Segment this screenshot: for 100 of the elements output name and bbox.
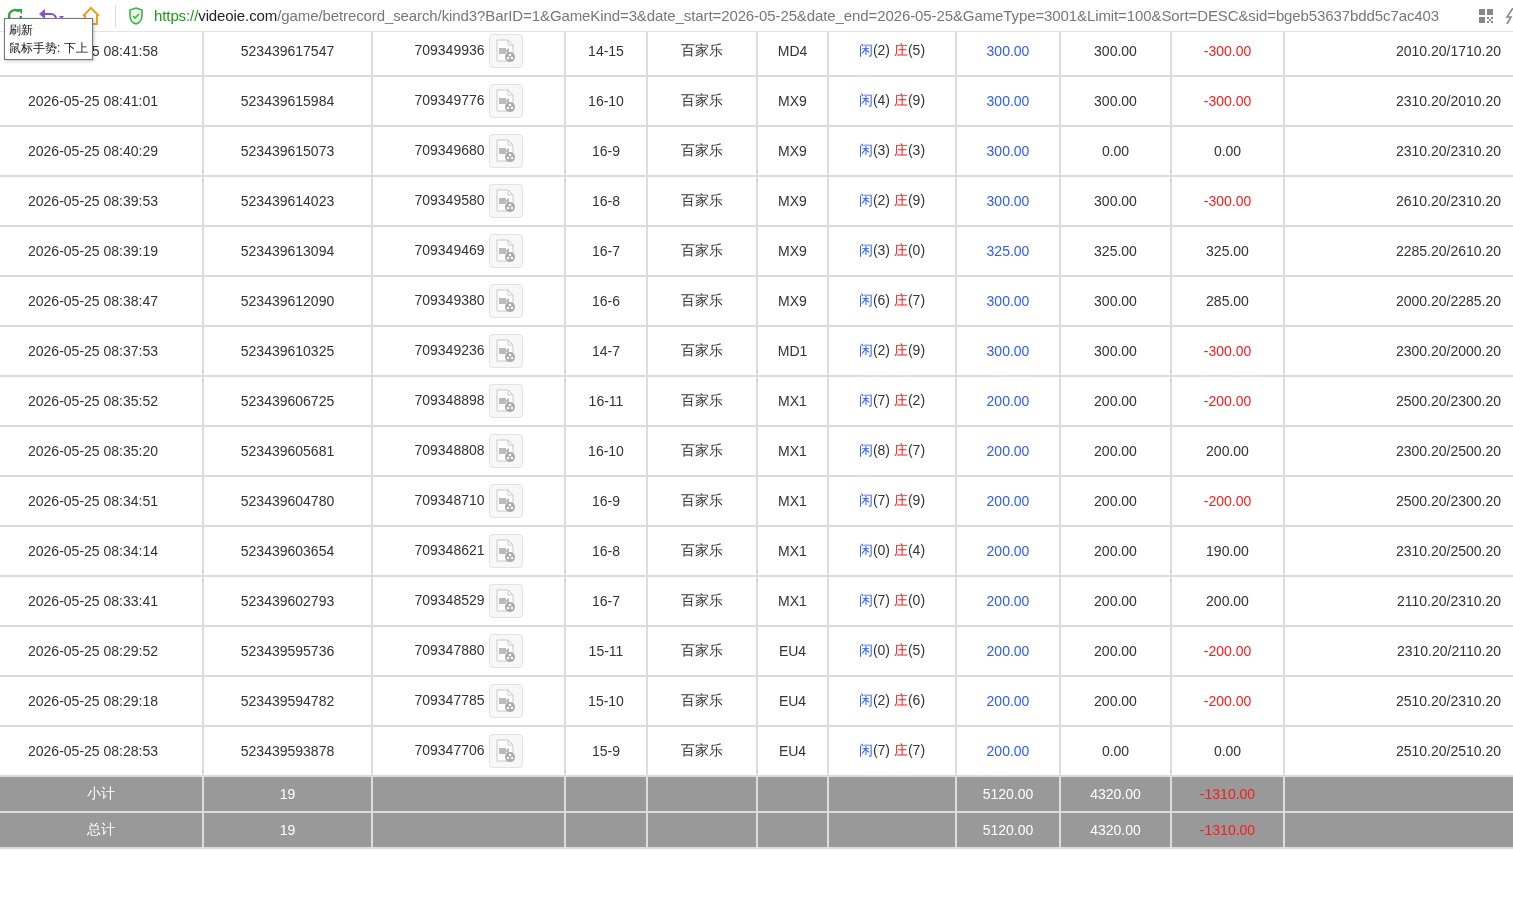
round-number: 709349776 [414,91,485,108]
table-cell: 16-9 [565,126,647,176]
table-cell: 百家乐 [647,526,757,576]
total-valid: 4320.00 [1060,812,1171,848]
video-file-icon [494,539,517,563]
table-cell: 523439612090 [203,276,372,326]
table-cell: 325.00 [1171,226,1284,276]
table-cell: MD1 [757,326,828,376]
table-cell: 523439602793 [203,576,372,626]
table-cell: 2026-05-25 08:34:51 [0,476,203,526]
table-cell: 523439613094 [203,226,372,276]
table-cell: 300.00 [1060,326,1171,376]
table-cell: 523439603654 [203,526,372,576]
table-cell: 200.00 [1171,576,1284,626]
table-cell: MD4 [757,32,828,76]
table-cell: 285.00 [1171,276,1284,326]
table-cell: 闲(2) 庄(6) [828,676,956,726]
table-cell: 百家乐 [647,76,757,126]
table-cell: MX9 [757,276,828,326]
total-bet: 5120.00 [956,812,1060,848]
video-button[interactable] [488,334,523,368]
table-cell: 523439606725 [203,376,372,426]
table-cell: 百家乐 [647,176,757,226]
video-button[interactable] [488,184,523,218]
video-button[interactable] [488,634,523,668]
table-cell: 325.00 [956,226,1060,276]
video-button[interactable] [488,234,523,268]
table-cell: 523439604780 [203,476,372,526]
total-payout: -1310.00 [1171,812,1284,848]
table-cell: -300.00 [1171,326,1284,376]
video-button[interactable] [488,34,523,68]
video-button[interactable] [488,84,523,118]
table-cell: 325.00 [1060,226,1171,276]
table-cell: 14-7 [565,326,647,376]
table-cell: MX9 [757,226,828,276]
qr-code-icon[interactable] [1479,8,1493,23]
table-cell: 2026-05-25 08:37:53 [0,326,203,376]
table-cell: 200.00 [956,626,1060,676]
table-cell: 523439617547 [203,32,372,76]
table-cell: 2026-05-25 08:39:53 [0,176,203,226]
video-file-icon [494,89,517,113]
address-bar[interactable]: https://videoie.com/game/betrecord_search/kind3?BarID=1&GameKind=3&date_start=2026-05-25&date_end=2026-05-25&GameType=3001&Limit=100&Sort=DESC&sid=bgeb53637bdd5c7ac403 [154,7,1479,24]
table-cell: -200.00 [1171,376,1284,426]
video-button[interactable] [488,384,523,418]
table-cell: 闲(7) 庄(2) [828,376,956,426]
table-cell: MX1 [757,576,828,626]
table-cell: 闲(4) 庄(9) [828,76,956,126]
round-number: 709347706 [414,741,485,758]
video-button[interactable] [488,534,523,568]
video-button[interactable] [488,584,523,618]
table-cell: 523439605681 [203,426,372,476]
video-file-icon [494,439,517,463]
round-number: 709348898 [414,391,485,408]
table-cell: 15-10 [565,676,647,726]
table-cell: 百家乐 [647,276,757,326]
shield-icon [128,6,144,25]
table-cell: -200.00 [1171,676,1284,726]
table-cell: 百家乐 [647,576,757,626]
video-button[interactable] [488,684,523,718]
table-cell: 200.00 [1060,676,1171,726]
lightning-icon[interactable] [1505,7,1513,24]
table-cell: 百家乐 [647,476,757,526]
table-cell: 200.00 [1060,576,1171,626]
video-button[interactable] [488,134,523,168]
table-cell: 0.00 [1060,126,1171,176]
table-cell: 300.00 [956,276,1060,326]
table-cell: 16-7 [565,576,647,626]
video-file-icon [494,739,517,763]
video-button[interactable] [488,484,523,518]
table-cell: -300.00 [1171,32,1284,76]
table-cell: -300.00 [1171,76,1284,126]
table-cell: 200.00 [956,676,1060,726]
table-cell: 200.00 [1060,426,1171,476]
table-cell: 523439614023 [203,176,372,226]
table-cell: 百家乐 [647,226,757,276]
table-cell: 2026-05-25 08:29:18 [0,676,203,726]
table-cell: 闲(7) 庄(0) [828,576,956,626]
video-file-icon [494,239,517,263]
table-cell: 15-11 [565,626,647,676]
video-button[interactable] [488,434,523,468]
table-cell: 百家乐 [647,676,757,726]
video-file-icon [494,39,517,63]
table-cell: MX9 [757,176,828,226]
table-cell: MX1 [757,376,828,426]
table-cell: 闲(3) 庄(3) [828,126,956,176]
round-number: 709349236 [414,341,485,358]
table-cell: MX9 [757,76,828,126]
table-cell: 190.00 [1171,526,1284,576]
table-cell: -200.00 [1171,476,1284,526]
table-cell: 300.00 [956,176,1060,226]
table-cell: 14-15 [565,32,647,76]
table-cell: 闲(0) 庄(5) [828,626,956,676]
table-cell: 300.00 [956,326,1060,376]
table-cell: 300.00 [1060,32,1171,76]
video-file-icon [494,289,517,313]
table-cell: 200.00 [1060,376,1171,426]
round-number: 709348621 [414,541,485,558]
table-cell: 百家乐 [647,32,757,76]
video-button[interactable] [488,734,523,768]
video-button[interactable] [488,284,523,318]
